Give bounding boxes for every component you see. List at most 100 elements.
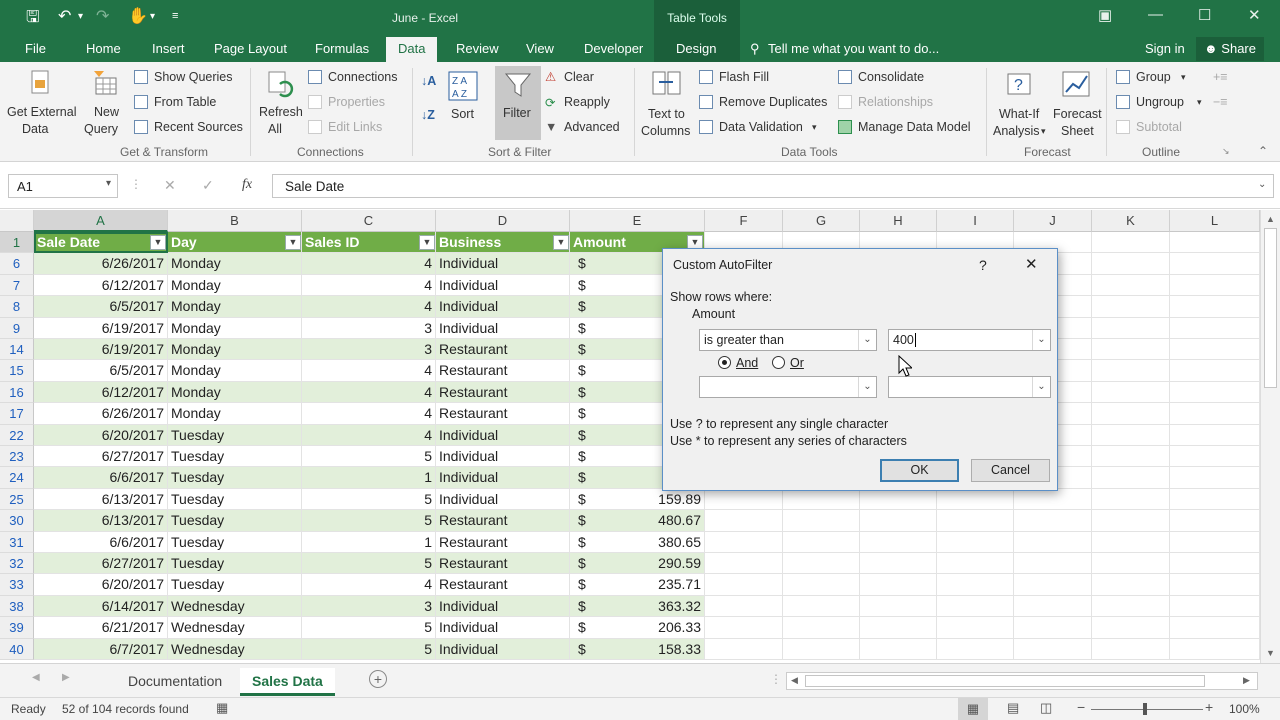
consolidate-button[interactable]: Consolidate <box>858 70 924 84</box>
cell-sale-date[interactable]: 6/12/2017 <box>34 274 168 297</box>
row-header[interactable]: 32 <box>0 553 34 575</box>
ungroup-dropdown-icon[interactable]: ▾ <box>1197 97 1202 108</box>
and-label[interactable]: And <box>736 356 758 370</box>
empty-cell[interactable] <box>1092 296 1170 318</box>
cell-sales-id[interactable]: 3 <box>302 595 436 618</box>
what-if-dropdown-icon[interactable]: ▾ <box>1041 126 1046 137</box>
empty-cell[interactable] <box>1014 488 1092 511</box>
table-header-day[interactable]: Day <box>168 232 302 254</box>
filter-dropdown-business[interactable]: ▼ <box>553 235 569 250</box>
cancel-button[interactable]: Cancel <box>971 459 1050 482</box>
row-header[interactable]: 14 <box>0 339 34 361</box>
cell-amount[interactable]: $235.71 <box>570 574 705 596</box>
cell-day[interactable]: Wednesday <box>168 617 302 639</box>
row-header[interactable]: 6 <box>0 253 34 275</box>
manage-data-model-button[interactable]: Manage Data Model <box>858 120 971 134</box>
tab-design[interactable]: Design <box>676 41 716 56</box>
cell-sales-id[interactable]: 3 <box>302 317 436 339</box>
outline-launcher-icon[interactable]: ↘ <box>1222 146 1230 157</box>
filter-button[interactable]: Filter <box>495 66 541 140</box>
select-all-corner[interactable] <box>0 210 34 232</box>
sort-az-icon[interactable]: ↓A <box>421 74 436 88</box>
row-header[interactable]: 23 <box>0 446 34 468</box>
empty-cell[interactable] <box>1014 531 1092 553</box>
empty-cell[interactable] <box>1170 553 1260 575</box>
connections-button[interactable]: Connections <box>328 70 398 84</box>
empty-cell[interactable] <box>705 510 783 532</box>
collapse-ribbon-icon[interactable]: ⌃ <box>1258 144 1268 158</box>
empty-cell[interactable] <box>1092 253 1170 275</box>
empty-cell[interactable] <box>1092 617 1170 639</box>
empty-cell[interactable] <box>783 531 860 553</box>
cell-sales-id[interactable]: 5 <box>302 553 436 575</box>
empty-cell[interactable] <box>1170 317 1260 339</box>
empty-cell[interactable] <box>1170 531 1260 553</box>
cell-day[interactable]: Tuesday <box>168 553 302 575</box>
cell-sale-date[interactable]: 6/26/2017 <box>34 403 168 425</box>
new-query-button[interactable]: Query <box>84 122 118 136</box>
cell-sales-id[interactable]: 5 <box>302 638 436 660</box>
macro-record-icon[interactable]: ▦ <box>216 700 228 716</box>
insert-function-icon[interactable]: fx <box>242 177 252 193</box>
horizontal-scrollbar[interactable]: ◀ ▶ <box>786 672 1258 690</box>
add-sheet-icon[interactable]: + <box>369 670 387 688</box>
filter-dropdown-day[interactable]: ▼ <box>285 235 301 250</box>
empty-cell[interactable] <box>860 617 937 639</box>
row-header[interactable]: 22 <box>0 424 34 446</box>
save-icon[interactable]: 🖫 <box>26 6 40 33</box>
data-validation-dropdown-icon[interactable]: ▾ <box>812 122 817 133</box>
group-dropdown-icon[interactable]: ▾ <box>1181 72 1186 83</box>
cell-sales-id[interactable]: 1 <box>302 531 436 553</box>
cell-day[interactable]: Monday <box>168 403 302 425</box>
share-button[interactable]: ☻ Share <box>1196 37 1264 61</box>
cell-sale-date[interactable]: 6/20/2017 <box>34 574 168 596</box>
cell-day[interactable]: Monday <box>168 317 302 339</box>
tab-formulas[interactable]: Formulas <box>315 41 369 56</box>
cell-sale-date[interactable]: 6/6/2017 <box>34 531 168 553</box>
empty-cell[interactable] <box>783 595 860 618</box>
cell-day[interactable]: Tuesday <box>168 424 302 446</box>
tab-developer[interactable]: Developer <box>584 41 643 56</box>
empty-cell[interactable] <box>860 638 937 660</box>
name-box[interactable]: A1 ▾ <box>8 174 118 198</box>
page-break-view-icon[interactable]: ◫ <box>1040 700 1052 716</box>
cell-sales-id[interactable]: 1 <box>302 467 436 489</box>
row-header[interactable]: 31 <box>0 531 34 553</box>
operator1-select[interactable]: is greater than ⌄ <box>699 329 877 351</box>
forecast-sheet-button[interactable]: Forecast <box>1053 107 1102 121</box>
cell-sale-date[interactable]: 6/13/2017 <box>34 488 168 511</box>
new-query-label[interactable]: New <box>94 105 119 119</box>
empty-cell[interactable] <box>1170 467 1260 489</box>
vertical-scroll-thumb[interactable] <box>1264 228 1277 388</box>
or-radio[interactable] <box>772 356 785 369</box>
cell-business[interactable]: Individual <box>436 617 570 639</box>
get-external-data-button[interactable]: Get External <box>7 105 76 119</box>
cell-business[interactable]: Restaurant <box>436 574 570 596</box>
cell-sale-date[interactable]: 6/26/2017 <box>34 253 168 275</box>
cell-day[interactable]: Wednesday <box>168 595 302 618</box>
sort-button[interactable]: Sort <box>451 107 474 121</box>
row-header[interactable]: 15 <box>0 360 34 382</box>
data-validation-button[interactable]: Data Validation <box>719 120 803 134</box>
cell-amount[interactable]: $206.33 <box>570 617 705 639</box>
filter-dropdown-sale-date[interactable]: ▼ <box>150 235 166 250</box>
value2-input[interactable]: ⌄ <box>888 376 1051 398</box>
sort-za-icon[interactable]: ↓Z <box>421 108 435 122</box>
empty-cell[interactable] <box>705 531 783 553</box>
cell-day[interactable]: Monday <box>168 381 302 404</box>
empty-cell[interactable] <box>860 510 937 532</box>
row-header[interactable]: 30 <box>0 510 34 532</box>
column-header-l[interactable]: L <box>1170 210 1260 232</box>
empty-cell[interactable] <box>1092 638 1170 660</box>
empty-cell[interactable] <box>1170 574 1260 596</box>
vertical-scrollbar[interactable]: ▲ ▼ <box>1260 210 1280 663</box>
empty-cell[interactable] <box>1014 617 1092 639</box>
cell-business[interactable]: Individual <box>436 274 570 297</box>
cell-day[interactable]: Tuesday <box>168 467 302 489</box>
empty-cell[interactable] <box>1092 274 1170 297</box>
empty-cell[interactable] <box>937 617 1014 639</box>
cell-day[interactable]: Monday <box>168 274 302 297</box>
cell-day[interactable]: Tuesday <box>168 488 302 511</box>
refresh-all-button[interactable]: Refresh <box>259 105 303 119</box>
cell-day[interactable]: Monday <box>168 339 302 361</box>
